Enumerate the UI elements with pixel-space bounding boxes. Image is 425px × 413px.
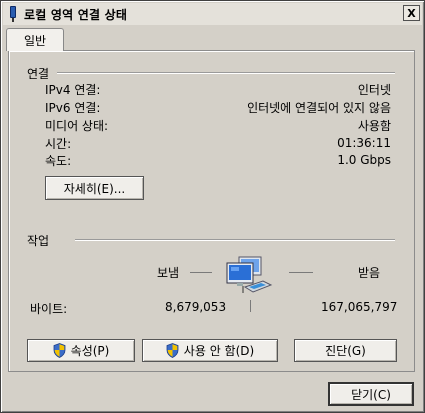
shield-icon (53, 343, 66, 358)
network-computers-icon (223, 255, 275, 295)
speed-label: 속도: (45, 153, 72, 168)
network-adapter-icon (8, 6, 18, 22)
window-title: 로컬 영역 연결 상태 (24, 7, 128, 22)
details-button[interactable]: 자세히(E)... (45, 176, 144, 200)
connection-section-title: 연결 (27, 67, 50, 81)
properties-label: 속성(P) (70, 344, 110, 358)
sent-line (190, 272, 212, 273)
bytes-label: 바이트: (30, 302, 68, 316)
close-button[interactable]: 닫기(C) (328, 382, 414, 406)
duration-row: 시간: 01:36:11 (45, 135, 391, 151)
connection-line (250, 300, 251, 312)
ipv6-value: 인터넷에 연결되어 있지 않음 (247, 100, 391, 115)
ipv4-value: 인터넷 (357, 82, 391, 97)
ipv4-row: IPv4 연결: 인터넷 (45, 81, 391, 97)
diagnose-button[interactable]: 진단(G) (294, 339, 397, 362)
media-state-value: 사용함 (357, 118, 391, 133)
ipv4-label: IPv4 연결: (45, 82, 101, 97)
received-line (289, 272, 313, 273)
tab-panel-general: 연결 IPv4 연결: 인터넷 IPv6 연결: 인터넷에 연결되어 있지 않음… (8, 50, 415, 372)
activity-section-title: 작업 (27, 234, 50, 248)
speed-row: 속도: 1.0 Gbps (45, 152, 391, 168)
sent-bytes-value: 8,679,053 (165, 300, 227, 314)
received-bytes-value: 167,065,797 (321, 300, 398, 314)
received-label: 받음 (358, 266, 381, 280)
duration-value: 01:36:11 (337, 136, 391, 150)
close-icon[interactable]: X (403, 5, 420, 21)
disable-button[interactable]: 사용 안 함(D) (142, 339, 278, 362)
status-dialog: 로컬 영역 연결 상태 X 일반 연결 IPv4 연결: 인터넷 IPv6 연결… (0, 0, 425, 413)
duration-label: 시간: (45, 136, 72, 151)
connection-divider (57, 72, 395, 74)
ipv6-row: IPv6 연결: 인터넷에 연결되어 있지 않음 (45, 99, 391, 115)
sent-label: 보냄 (157, 266, 180, 280)
properties-button[interactable]: 속성(P) (27, 339, 135, 362)
media-state-row: 미디어 상태: 사용함 (45, 117, 391, 133)
activity-divider (75, 239, 395, 241)
speed-value: 1.0 Gbps (337, 153, 391, 167)
tab-general[interactable]: 일반 (6, 28, 64, 51)
shield-icon (166, 343, 179, 358)
media-state-label: 미디어 상태: (45, 118, 109, 133)
title-bar: 로컬 영역 연결 상태 X (3, 3, 422, 25)
disable-label: 사용 안 함(D) (183, 344, 255, 358)
ipv6-label: IPv6 연결: (45, 100, 101, 115)
